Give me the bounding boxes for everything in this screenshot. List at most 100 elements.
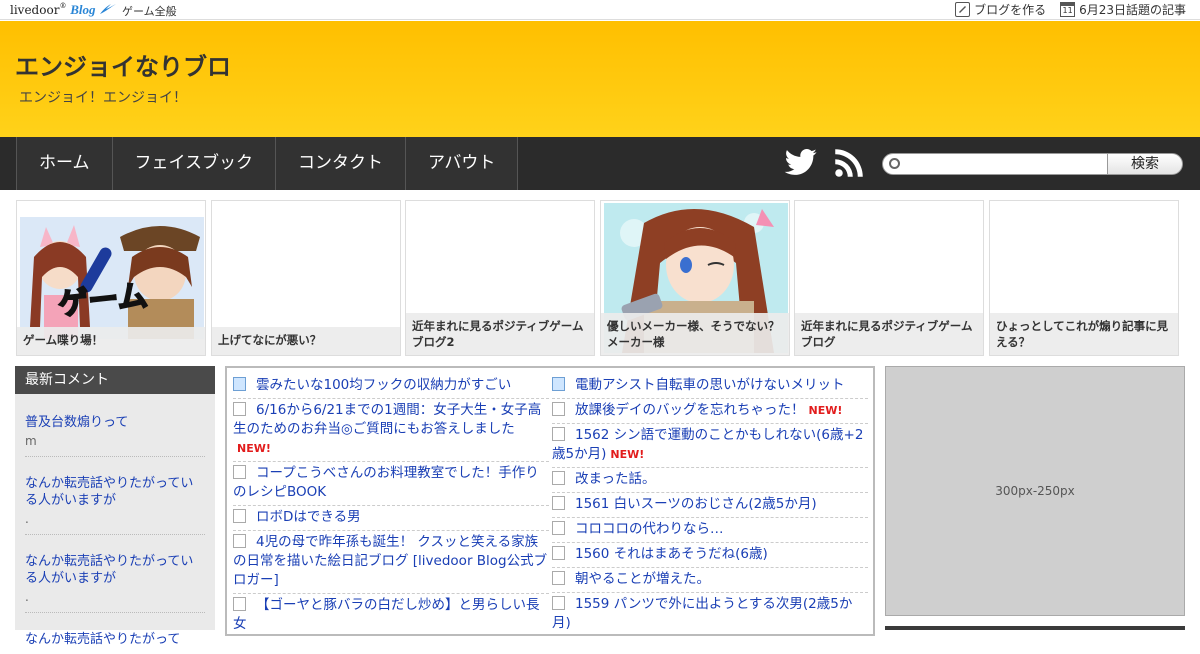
logo-blog: Blog [70, 2, 96, 17]
thumb-caption: 近年まれに見るポジティブゲームブログ2 [406, 313, 594, 355]
feed-link[interactable]: 放課後デイのバッグを忘れちゃった！ [575, 402, 805, 418]
pen-icon [552, 377, 565, 391]
thumb-card-3[interactable]: 近年まれに見るポジティブゲームブログ2 [405, 200, 595, 356]
feed-item: コープこうべさんのお料理教室でした！手作りのレシピBOOK [233, 462, 549, 506]
feed-link[interactable]: ロボDはできる男 [256, 509, 361, 525]
comment-author: . [25, 512, 29, 526]
twitter-icon[interactable] [784, 148, 818, 182]
thumb-card-5[interactable]: 近年まれに見るポジティブゲームブログ [794, 200, 984, 356]
feed-item: 1562 シン語で運動のことかもしれない(6歳+2歳5か月) NEW! [552, 424, 868, 468]
search-button[interactable]: 検索 [1107, 153, 1183, 175]
feed-item: 電動アシスト自転車の思いがけないメリット [552, 374, 868, 399]
comment-link[interactable]: なんか転売話やりたがっている人がいますが [25, 554, 193, 586]
feed-item: 雲みたいな100均フックの収納力がすごい [233, 374, 549, 399]
feed-item: 1560 それはまあそうだね(6歳) [552, 543, 868, 568]
feed-column-right: 電動アシスト自転車の思いがけないメリット 放課後デイのバッグを忘れちゃった！ NE… [552, 374, 868, 634]
feed-item: 4児の母で昨年孫も誕生！ クスッと笑える家族の日常を描いた絵日記ブログ [liv… [233, 531, 549, 594]
search-input[interactable] [882, 153, 1108, 175]
nav-about[interactable]: アバウト [405, 137, 519, 190]
document-icon [552, 427, 565, 441]
comment-item: 普及台数煽りって m [25, 394, 205, 457]
new-badge: NEW! [610, 448, 645, 461]
thumb-card-4[interactable]: 優しいメーカー様、そうでない？メーカー様 [600, 200, 790, 356]
document-icon [233, 465, 246, 479]
thumb-caption: ひょっとしてこれが煽り記事に見える？ [990, 313, 1178, 355]
feed-link[interactable]: 1560 それはまあそうだね(6歳) [575, 546, 768, 562]
game-chat-image: ゲーム [20, 217, 204, 339]
topic-articles-link[interactable]: 11 6月23日話題の記事 [1060, 1, 1186, 18]
thumb-card-1[interactable]: ゲーム ゲーム喋り場！ [16, 200, 206, 356]
comment-author: m [25, 434, 37, 448]
blog-feed-box: 雲みたいな100均フックの収納力がすごい 6/16から6/21までの1週間：女子… [225, 366, 875, 636]
nav-contact[interactable]: コンタクト [275, 137, 405, 190]
feed-link[interactable]: コープこうべさんのお料理教室でした！手作りのレシピBOOK [233, 465, 539, 500]
ad-placeholder[interactable]: 300px-250px [885, 366, 1185, 616]
new-badge: NEW! [808, 404, 843, 417]
document-icon [552, 471, 565, 485]
document-icon [552, 546, 565, 560]
feed-link[interactable]: コロコロの代わりなら… [575, 521, 724, 537]
document-icon [552, 402, 565, 416]
feed-item: 改まった話。 [552, 468, 868, 493]
thumb-caption: 優しいメーカー様、そうでない？メーカー様 [601, 313, 789, 355]
nav-home[interactable]: ホーム [16, 137, 112, 190]
document-icon [552, 571, 565, 585]
feed-link[interactable]: 6/16から6/21までの1週間：女子大生・女子高生のためのお弁当◎ご質問にもお… [233, 402, 541, 437]
recent-comments-heading: 最新コメント [15, 366, 215, 394]
livedoor-blog-logo[interactable]: livedoor® Blog [10, 2, 117, 18]
feed-link[interactable]: 朝やることが増えた。 [575, 571, 710, 587]
document-icon [552, 521, 565, 535]
feed-item: 朝やることが増えた。 [552, 568, 868, 593]
feed-item: ロボDはできる男 [233, 506, 549, 531]
wing-icon [100, 4, 117, 14]
feed-item: 6/16から6/21までの1週間：女子大生・女子高生のためのお弁当◎ご質問にもお… [233, 399, 549, 462]
comment-link[interactable]: 普及台数煽りって [25, 415, 128, 430]
category-link[interactable]: ゲーム全般 [122, 3, 177, 19]
feed-link[interactable]: 1561 白いスーツのおじさん(2歳5か月) [575, 496, 817, 512]
nav-facebook[interactable]: フェイスブック [111, 137, 275, 190]
document-icon [233, 534, 246, 548]
art-title-text: ゲーム [56, 277, 150, 323]
document-icon [552, 496, 565, 510]
feed-link[interactable]: 雲みたいな100均フックの収納力がすごい [256, 377, 511, 393]
create-blog-label: ブログを作る [974, 3, 1047, 17]
recent-comments-list: 普及台数煽りって m なんか転売話やりたがっている人がいますが . なんか転売話… [15, 394, 215, 647]
feed-link[interactable]: 電動アシスト自転車の思いがけないメリット [575, 377, 844, 393]
search-icon [889, 158, 900, 169]
logo-text: livedoor [10, 3, 60, 17]
site-header: エンジョイなりブロ エンジョイ！エンジョイ！ [0, 21, 1200, 137]
comment-author: . [25, 590, 29, 604]
feed-item: コロコロの代わりなら… [552, 518, 868, 543]
document-icon [552, 596, 565, 610]
site-title[interactable]: エンジョイなりブロ [15, 47, 231, 82]
thumb-caption: 上げてなにが悪い？ [212, 327, 400, 355]
site-subtitle: エンジョイ！エンジョイ！ [19, 90, 187, 106]
thumb-card-2[interactable]: 上げてなにが悪い？ [211, 200, 401, 356]
comment-item: なんか転売話やりたがっている人がいますが . [25, 457, 205, 535]
feed-link[interactable]: 1559 パンツで外に出ようとする次男(2歳5か月) [552, 596, 852, 631]
document-icon [233, 509, 246, 523]
search-field[interactable] [905, 156, 1101, 172]
comment-item: なんか転売話やりたがって [25, 613, 205, 654]
pen-icon [233, 377, 246, 391]
thumb-caption: 近年まれに見るポジティブゲームブログ [795, 313, 983, 355]
feed-item: 放課後デイのバッグを忘れちゃった！ NEW! [552, 399, 868, 424]
calendar-icon: 11 [1060, 2, 1076, 17]
create-blog-link[interactable]: ブログを作る [955, 1, 1046, 18]
rss-icon[interactable] [834, 148, 864, 182]
ad-bottom-bar [885, 626, 1185, 630]
feed-link[interactable]: 【ゴーヤと豚バラの白だし炒め】と男らしい長女 [233, 597, 540, 632]
thumb-card-6[interactable]: ひょっとしてこれが煽り記事に見える？ [989, 200, 1179, 356]
thumb-caption: ゲーム喋り場！ [17, 327, 205, 355]
document-icon [233, 402, 246, 416]
document-icon [233, 597, 246, 611]
feed-link[interactable]: 改まった話。 [575, 471, 655, 487]
feed-column-left: 雲みたいな100均フックの収納力がすごい 6/16から6/21までの1週間：女子… [233, 374, 549, 634]
topic-articles-label: 6月23日話題の記事 [1079, 3, 1186, 17]
edit-icon [955, 2, 971, 17]
feed-link[interactable]: 1562 シン語で運動のことかもしれない(6歳+2歳5か月) [552, 427, 863, 462]
feed-link[interactable]: 4児の母で昨年孫も誕生！ クスッと笑える家族の日常を描いた絵日記ブログ [liv… [233, 534, 547, 588]
comment-link[interactable]: なんか転売話やりたがっている人がいますが [25, 476, 193, 508]
feed-item: 1561 白いスーツのおじさん(2歳5か月) [552, 493, 868, 518]
comment-link[interactable]: なんか転売話やりたがって [25, 632, 180, 647]
